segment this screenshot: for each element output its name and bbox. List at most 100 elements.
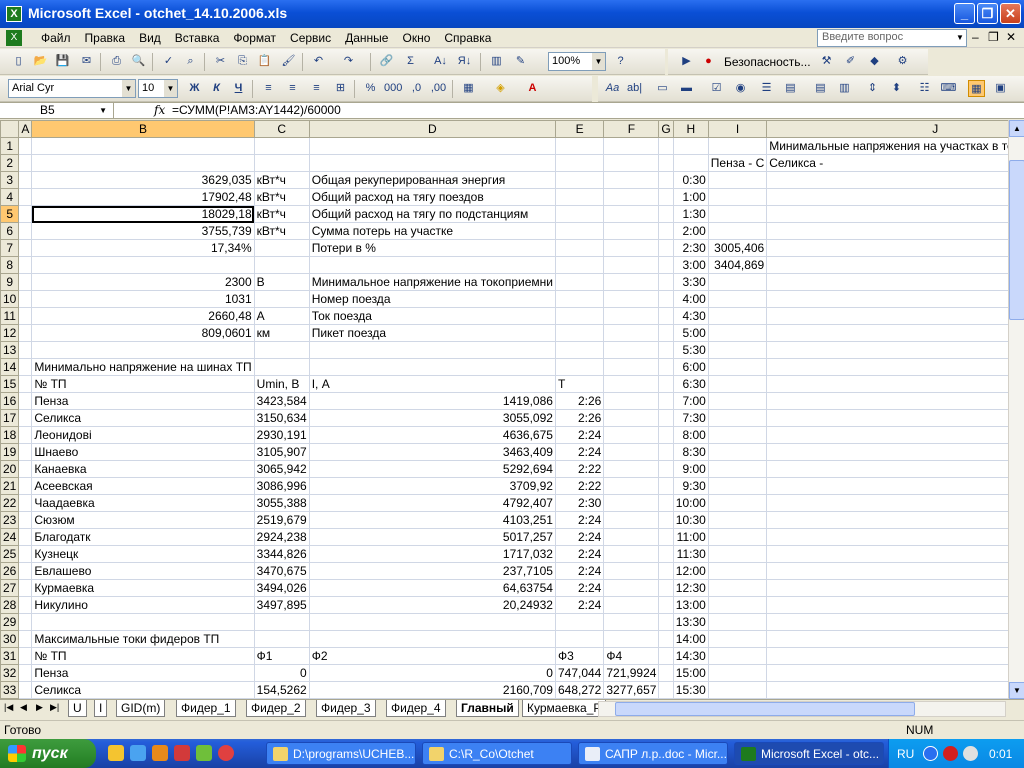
- cell[interactable]: 2:26: [554, 392, 605, 410]
- column-header[interactable]: F: [603, 120, 660, 138]
- doc-restore-icon[interactable]: ❐: [988, 30, 999, 44]
- cell[interactable]: [766, 647, 1008, 665]
- cell[interactable]: [707, 562, 768, 580]
- cell[interactable]: 2908,712: [766, 256, 1008, 274]
- last-sheet-icon[interactable]: ▶|: [50, 702, 59, 713]
- cell[interactable]: [707, 443, 768, 461]
- horizontal-scroll-thumb[interactable]: [615, 702, 915, 716]
- cell[interactable]: [603, 562, 660, 580]
- chart-wizard-icon[interactable]: ▥: [488, 53, 505, 70]
- cell[interactable]: [554, 188, 605, 206]
- cell[interactable]: [603, 494, 660, 512]
- combo-dropdown-icon[interactable]: ▥: [836, 80, 853, 97]
- permission-icon[interactable]: ✉: [78, 53, 95, 70]
- cell[interactable]: 9:30: [672, 477, 709, 495]
- menu-item[interactable]: Вставка: [168, 31, 227, 45]
- cell[interactable]: [603, 256, 660, 274]
- cell[interactable]: 3086,996: [253, 477, 310, 495]
- cell[interactable]: [603, 409, 660, 427]
- cell[interactable]: 10:30: [672, 511, 709, 529]
- bold-icon[interactable]: Ж: [186, 80, 203, 97]
- cell[interactable]: [603, 545, 660, 563]
- cell[interactable]: [707, 630, 768, 648]
- increase-decimal-icon[interactable]: ,0: [408, 80, 425, 97]
- cell[interactable]: 8:30: [672, 443, 709, 461]
- cell[interactable]: Пенза: [31, 392, 255, 410]
- cell[interactable]: [766, 613, 1008, 631]
- cell[interactable]: 3055,092: [308, 409, 556, 427]
- cell[interactable]: Пенза: [31, 664, 255, 682]
- cell[interactable]: [18, 596, 33, 614]
- spreadsheet-grid[interactable]: ABCDEFGHIJKLMNOP1Минимальные напряжения …: [0, 120, 1008, 699]
- cell[interactable]: [707, 307, 768, 325]
- cell[interactable]: [766, 392, 1008, 410]
- open-icon[interactable]: 📂: [32, 53, 49, 70]
- cell[interactable]: [707, 545, 768, 563]
- cell[interactable]: 9:00: [672, 460, 709, 478]
- cell[interactable]: 2519,679: [253, 511, 310, 529]
- cell[interactable]: [18, 290, 33, 308]
- cell[interactable]: [766, 681, 1008, 699]
- cell[interactable]: I, А: [308, 375, 556, 393]
- row-header[interactable]: 11: [0, 307, 20, 325]
- cell[interactable]: [18, 443, 33, 461]
- cell[interactable]: [603, 579, 660, 597]
- cell[interactable]: [658, 256, 674, 274]
- cell[interactable]: [658, 341, 674, 359]
- cell[interactable]: 4792,407: [308, 494, 556, 512]
- cell[interactable]: [603, 171, 660, 189]
- cell[interactable]: [707, 375, 768, 393]
- cell[interactable]: Селикса: [31, 409, 255, 427]
- prev-sheet-icon[interactable]: ◀: [20, 702, 27, 713]
- cell[interactable]: Максимальные токи фидеров ТП: [31, 630, 255, 648]
- doc-minimize-icon[interactable]: –: [972, 30, 979, 44]
- cell[interactable]: [707, 681, 768, 699]
- cell[interactable]: [766, 358, 1008, 376]
- cell[interactable]: [18, 154, 33, 172]
- cell[interactable]: 2:26: [554, 409, 605, 427]
- cell[interactable]: [658, 392, 674, 410]
- cell[interactable]: 2:24: [554, 528, 605, 546]
- cell[interactable]: 0: [253, 664, 310, 682]
- row-header[interactable]: 17: [0, 409, 20, 427]
- menu-item[interactable]: Данные: [338, 31, 395, 45]
- cell[interactable]: [658, 239, 674, 257]
- task-explorer-1[interactable]: D:\programs\UCHEB...: [266, 742, 416, 765]
- cell[interactable]: [603, 528, 660, 546]
- cell[interactable]: [658, 511, 674, 529]
- cell[interactable]: 3005,406: [707, 239, 768, 257]
- cell[interactable]: 3150,634: [253, 409, 310, 427]
- cell[interactable]: Минимальное напряжение на токоприемни: [308, 273, 556, 291]
- cell[interactable]: 11:00: [672, 528, 709, 546]
- cell[interactable]: [554, 613, 605, 631]
- cell[interactable]: № ТП: [31, 375, 255, 393]
- antivirus-icon[interactable]: [943, 746, 958, 761]
- cell[interactable]: 17902,48: [31, 188, 255, 206]
- cell[interactable]: Минимальные напряжения на участках в теч…: [766, 137, 1008, 155]
- cell[interactable]: [253, 137, 310, 155]
- underline-icon[interactable]: Ч: [230, 80, 247, 97]
- cell[interactable]: 3344,826: [253, 545, 310, 563]
- name-box-dropdown-icon[interactable]: ▼: [99, 103, 107, 118]
- cell[interactable]: [658, 647, 674, 665]
- cell[interactable]: 14:00: [672, 630, 709, 648]
- start-button[interactable]: пуск: [0, 739, 96, 768]
- cell[interactable]: 3463,409: [308, 443, 556, 461]
- task-word[interactable]: САПР л.р..doc - Micr...: [578, 742, 728, 765]
- cell[interactable]: [658, 205, 674, 223]
- cell[interactable]: 17,34%: [31, 239, 255, 257]
- cell[interactable]: 2:22: [554, 460, 605, 478]
- cell[interactable]: [658, 664, 674, 682]
- row-header[interactable]: 5: [0, 205, 20, 223]
- column-header[interactable]: C: [253, 120, 310, 138]
- cell[interactable]: [766, 409, 1008, 427]
- cell[interactable]: 2:24: [554, 579, 605, 597]
- cell[interactable]: [766, 545, 1008, 563]
- cell[interactable]: [766, 341, 1008, 359]
- run-dialog-icon[interactable]: ▣: [992, 80, 1009, 97]
- option-button-icon[interactable]: ◉: [732, 80, 749, 97]
- scroll-up-icon[interactable]: ▲: [1009, 120, 1024, 137]
- row-header[interactable]: 20: [0, 460, 20, 478]
- cell[interactable]: [707, 426, 768, 444]
- cell[interactable]: [18, 358, 33, 376]
